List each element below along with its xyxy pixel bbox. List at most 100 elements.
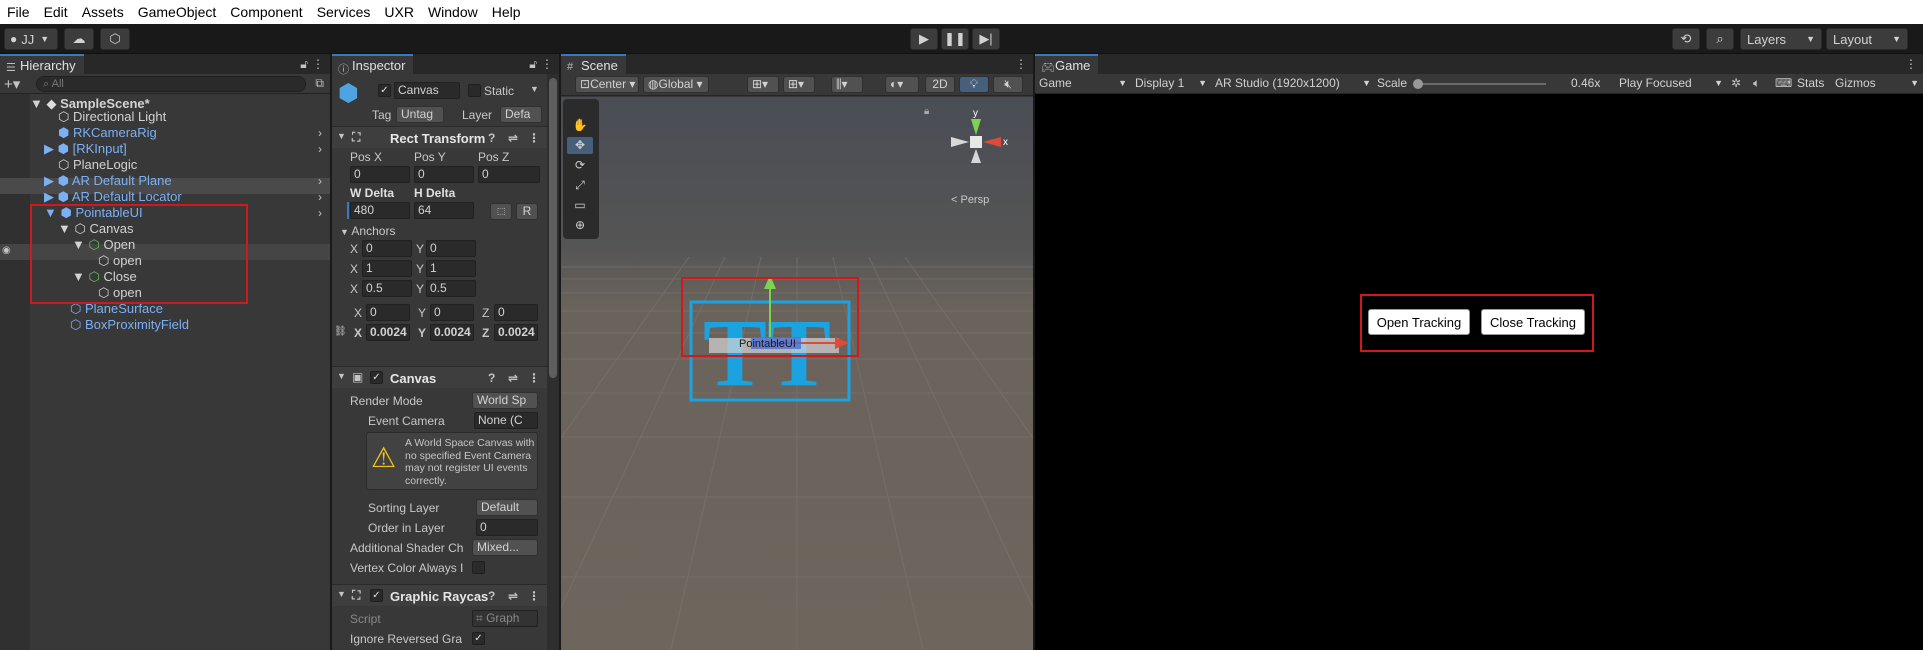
chevron-right-icon[interactable]: › <box>318 206 322 220</box>
canvas-enabled-checkbox[interactable]: ✓ <box>370 371 383 384</box>
history-button[interactable]: ⟲ <box>1672 28 1700 50</box>
object-name-input[interactable]: Canvas <box>394 82 460 99</box>
tab-hierarchy[interactable]: ☰ Hierarchy <box>0 54 84 74</box>
hierarchy-search-input[interactable]: ⌕ All <box>36 76 306 92</box>
audio-icon[interactable]: 🔈︎ <box>1753 76 1760 91</box>
sorting-layer-dropdown[interactable]: Default <box>476 499 538 516</box>
chevron-right-icon[interactable]: › <box>318 142 322 156</box>
search-button[interactable]: ⌕ <box>1706 28 1734 50</box>
scale-slider-thumb[interactable] <box>1413 79 1423 89</box>
pivot-center-dropdown[interactable]: ⊡Center ▾ <box>575 76 639 93</box>
menu-assets[interactable]: Assets <box>75 4 131 20</box>
hierarchy-item-planelogic[interactable]: ⬡ PlaneLogic <box>58 157 137 173</box>
scale-z-input[interactable]: 0.0024 <box>494 324 538 341</box>
pivot-y-input[interactable]: 0.5 <box>426 280 476 297</box>
pos-y-input[interactable]: 0 <box>414 166 474 183</box>
additional-shader-dropdown[interactable]: Mixed... <box>472 539 538 556</box>
hierarchy-item-ar-default-plane[interactable]: ▶ ⬢ AR Default Plane <box>44 173 172 189</box>
order-in-layer-input[interactable]: 0 <box>476 519 538 536</box>
event-camera-field[interactable]: None (C <box>474 412 538 429</box>
raycaster-enabled-checkbox[interactable]: ✓ <box>370 589 383 602</box>
menu-component[interactable]: Component <box>223 4 309 20</box>
static-checkbox[interactable] <box>468 84 481 97</box>
ignore-reversed-checkbox[interactable]: ✓ <box>472 632 485 645</box>
filter-icon[interactable]: ⧉ <box>315 76 324 91</box>
persp-label[interactable]: < Persp <box>951 194 989 206</box>
more-icon[interactable]: ⋮ <box>312 57 324 71</box>
more-icon[interactable]: ⋮ <box>528 131 540 145</box>
link-icon[interactable]: ⛓ <box>334 326 347 337</box>
rotation-y-input[interactable]: 0 <box>430 304 474 321</box>
chevron-right-icon[interactable]: › <box>318 126 322 140</box>
menu-uxr[interactable]: UXR <box>377 4 421 20</box>
scale-x-input[interactable]: 0.0024 <box>366 324 410 341</box>
game-viewport[interactable]: Open Tracking Close Tracking <box>1035 94 1923 650</box>
tab-inspector[interactable]: ⓘ Inspector <box>332 54 414 76</box>
display-dropdown[interactable]: Display 1 ▼ <box>1135 76 1207 90</box>
blueprint-button[interactable]: ⬚ <box>490 203 512 220</box>
more-icon[interactable]: ⋮ <box>541 57 553 71</box>
hierarchy-item-directional-light[interactable]: ⬡ Directional Light <box>58 109 166 125</box>
chevron-right-icon[interactable]: › <box>318 190 322 204</box>
vertex-color-checkbox[interactable] <box>472 561 485 574</box>
menu-gameobject[interactable]: GameObject <box>131 4 224 20</box>
bug-icon[interactable]: ✲ <box>1731 76 1741 90</box>
keyboard-icon[interactable]: ⌨ <box>1775 76 1792 90</box>
step-button[interactable]: ▶| <box>972 28 1000 50</box>
draw-mode-dropdown[interactable]: ◐▾ <box>885 76 919 93</box>
tab-game[interactable]: 🎮︎ Game <box>1035 54 1099 74</box>
raw-edit-button[interactable]: R <box>516 203 538 220</box>
global-local-dropdown[interactable]: ◍Global ▾ <box>643 76 709 93</box>
help-icon[interactable]: ? <box>488 371 495 385</box>
stats-button[interactable]: Stats <box>1797 76 1824 90</box>
pos-x-input[interactable]: 0 <box>350 166 410 183</box>
menu-window[interactable]: Window <box>421 4 485 20</box>
layer-dropdown[interactable]: Defa <box>500 106 542 123</box>
tab-scene[interactable]: # Scene <box>561 54 626 74</box>
more-icon[interactable]: ⋮ <box>528 371 540 385</box>
layers-dropdown[interactable]: Layers ▼ <box>1740 28 1822 50</box>
toggle-2d-button[interactable]: 2D <box>925 76 955 93</box>
orientation-gizmo[interactable]: y x <box>941 107 1011 177</box>
chevron-down-icon[interactable]: ▼ <box>530 84 539 94</box>
anchor-min-x-input[interactable]: 0 <box>362 240 412 257</box>
menu-services[interactable]: Services <box>310 4 378 20</box>
settings-icon[interactable]: ⇌ <box>508 371 518 385</box>
hierarchy-item-rkinput[interactable]: ▶ ⬢ [RKInput] <box>44 141 127 157</box>
w-delta-input[interactable]: 480 <box>350 202 410 219</box>
help-icon[interactable]: ? <box>488 131 495 145</box>
grid-dropdown[interactable]: ⊞▾ <box>783 76 815 93</box>
h-delta-input[interactable]: 64 <box>414 202 474 219</box>
transform-tool-icon[interactable]: ⊕ <box>567 217 593 234</box>
account-dropdown[interactable]: ● JJ ▼ <box>4 28 58 50</box>
more-icon[interactable]: ⋮ <box>528 589 540 603</box>
increment-snap-dropdown[interactable]: ⫼▾ <box>831 76 863 93</box>
scrollbar-thumb[interactable] <box>549 78 557 378</box>
help-icon[interactable]: ? <box>488 589 495 603</box>
graphic-raycaster-header[interactable]: ▼ ⛶ ✓ Graphic Raycas ? ⇌ ⋮ <box>332 584 547 606</box>
inspector-scrollbar[interactable] <box>547 74 559 650</box>
hierarchy-item-rkcamerarig[interactable]: ⬢ RKCameraRig <box>58 125 157 141</box>
hierarchy-item-boxproximityfield[interactable]: ⬡ BoxProximityField <box>70 317 189 333</box>
lighting-toggle[interactable]: 💡︎ <box>959 76 989 93</box>
rotation-z-input[interactable]: 0 <box>494 304 538 321</box>
scale-slider-track[interactable] <box>1416 83 1546 85</box>
menu-help[interactable]: Help <box>485 4 528 20</box>
game-mode-dropdown[interactable]: Game ▼ <box>1039 76 1127 90</box>
move-tool-icon[interactable]: ✥ <box>567 137 593 154</box>
collab-button[interactable]: ⬡ <box>100 28 130 50</box>
pos-z-input[interactable]: 0 <box>478 166 540 183</box>
anchor-min-y-input[interactable]: 0 <box>426 240 476 257</box>
lock-icon[interactable]: 🔒︎ <box>924 106 929 117</box>
visibility-eye-icon[interactable]: ◉ <box>2 245 11 256</box>
play-button[interactable]: ▶ <box>910 28 938 50</box>
audio-toggle[interactable]: 🔇︎ <box>993 76 1023 93</box>
snap-dropdown[interactable]: ⊞▾ <box>747 76 779 93</box>
rotation-x-input[interactable]: 0 <box>366 304 410 321</box>
add-icon[interactable]: +▾ <box>4 75 20 93</box>
rect-transform-header[interactable]: ▼ ⛶ Rect Transform ? ⇌ ⋮ <box>332 126 547 148</box>
more-icon[interactable]: ⋮ <box>1905 57 1917 71</box>
hierarchy-item-ar-default-locator[interactable]: ▶ ⬢ AR Default Locator <box>44 189 182 205</box>
menu-file[interactable]: File <box>0 4 37 20</box>
pause-button[interactable]: ❚❚ <box>941 28 969 50</box>
